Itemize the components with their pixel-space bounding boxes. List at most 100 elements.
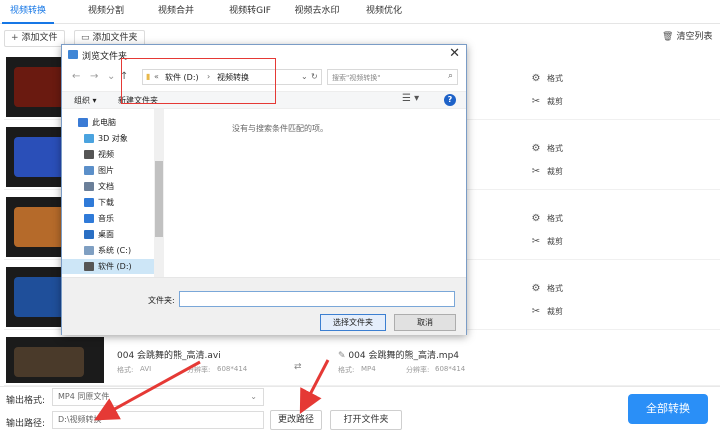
horizontal-scrollbar[interactable]: [62, 277, 466, 287]
tree-item-drive-d[interactable]: 软件 (D:): [62, 259, 154, 274]
tree-item-music[interactable]: 音乐: [62, 211, 154, 226]
tree-label: 此电脑: [92, 118, 116, 127]
folder-window-icon: [68, 50, 78, 59]
target-res-label: 分辨率:: [406, 366, 430, 374]
drive-icon: [84, 246, 94, 255]
folder-icon: ▭: [81, 33, 90, 43]
annotation-highlight-box: [121, 58, 276, 104]
folder-field[interactable]: [179, 291, 455, 307]
source-res-label: 分辨率:: [187, 366, 211, 374]
cut-label: 裁剪: [547, 237, 563, 246]
tree-item-this-pc[interactable]: 此电脑: [62, 115, 154, 130]
tab-video-split[interactable]: 视频分割: [80, 0, 132, 24]
source-format: AVI: [140, 365, 152, 373]
tree-label: 音乐: [98, 214, 114, 223]
tab-video-optimize[interactable]: 视频优化: [358, 0, 410, 24]
format-button[interactable]: ⚙ 格式: [530, 142, 590, 156]
desktop-icon: [84, 230, 94, 239]
gear-icon: ⚙: [531, 73, 541, 84]
format-button[interactable]: ⚙ 格式: [530, 212, 590, 226]
cut-label: 裁剪: [547, 167, 563, 176]
tab-video-to-gif[interactable]: 视频转GIF: [220, 0, 280, 24]
output-format-select[interactable]: MP4 同原文件 ⌄: [52, 388, 264, 406]
output-format-value: MP4 同原文件: [58, 392, 110, 401]
cancel-button[interactable]: 取消: [394, 314, 456, 331]
add-file-label: 添加文件: [21, 33, 58, 43]
tree-item-desktop[interactable]: 桌面: [62, 227, 154, 242]
output-path-label: 输出路径:: [6, 419, 46, 429]
cut-label: 裁剪: [547, 97, 563, 106]
gear-icon: ⚙: [531, 213, 541, 224]
scissors-icon: ✂: [531, 306, 541, 317]
format-label: 格式: [547, 284, 563, 293]
tree-item-pictures[interactable]: 图片: [62, 163, 154, 178]
target-format: MP4: [361, 365, 376, 373]
chevron-down-icon[interactable]: ⌄: [301, 72, 308, 81]
shuffle-icon: ⇄: [294, 362, 302, 372]
help-icon[interactable]: ?: [444, 94, 456, 106]
empty-message: 没有与搜索条件匹配的项。: [232, 124, 328, 133]
tab-video-merge[interactable]: 视频合并: [150, 0, 202, 24]
convert-all-button[interactable]: 全部转换: [628, 394, 708, 424]
tree-label: 文档: [98, 182, 114, 191]
source-file-name: 004 会跳舞的熊_高清.avi: [117, 351, 221, 361]
scissors-icon: ✂: [531, 96, 541, 107]
tree-item-videos[interactable]: 视频: [62, 147, 154, 162]
scrollbar-thumb[interactable]: [155, 161, 163, 237]
tree-scrollbar[interactable]: [154, 109, 164, 277]
tree-label: 视频: [98, 150, 114, 159]
select-folder-button[interactable]: 选择文件夹: [320, 314, 386, 331]
output-path-field[interactable]: D:\视频转换: [52, 411, 264, 429]
forward-arrow-icon[interactable]: →: [90, 71, 98, 82]
tree-item-documents[interactable]: 文档: [62, 179, 154, 194]
row-tools: ⚙ 格式 ✂ 裁剪: [530, 72, 590, 118]
open-folder-button[interactable]: 打开文件夹: [330, 410, 402, 430]
scissors-icon: ✂: [531, 236, 541, 247]
back-arrow-icon[interactable]: ←: [72, 71, 80, 82]
view-options-icon[interactable]: ☰ ▾: [402, 93, 419, 104]
scissors-icon: ✂: [531, 166, 541, 177]
tree-item-downloads[interactable]: 下载: [62, 195, 154, 210]
drive-icon: [84, 262, 94, 271]
add-file-button[interactable]: + 添加文件: [4, 30, 65, 47]
tree-item-3d-objects[interactable]: 3D 对象: [62, 131, 154, 146]
search-icon[interactable]: ⌕: [448, 71, 453, 81]
cut-button[interactable]: ✂ 裁剪: [530, 235, 590, 249]
tab-remove-watermark[interactable]: 视频去水印: [286, 0, 348, 24]
video-icon: [84, 150, 94, 159]
cut-button[interactable]: ✂ 裁剪: [530, 165, 590, 179]
picture-icon: [84, 166, 94, 175]
video-thumbnail: [6, 337, 104, 383]
search-input[interactable]: 搜索"视频转换" ⌕: [327, 69, 458, 85]
dialog-footer: 文件夹: 选择文件夹 取消: [62, 287, 466, 335]
format-button[interactable]: ⚙ 格式: [530, 72, 590, 86]
change-path-button[interactable]: 更改路径: [270, 410, 322, 430]
plus-icon: +: [11, 33, 19, 43]
refresh-icon[interactable]: ↻: [311, 72, 318, 81]
app-window: 视频转换 视频分割 视频合并 视频转GIF 视频去水印 视频优化 + 添加文件 ▭…: [0, 0, 720, 432]
chevron-down-icon[interactable]: ⌄: [107, 71, 115, 82]
tree-label: 下载: [98, 198, 114, 207]
chevron-down-icon: ⌄: [250, 392, 257, 401]
format-button[interactable]: ⚙ 格式: [530, 282, 590, 296]
row-tools: ⚙ 格式 ✂ 裁剪: [530, 282, 590, 328]
folder-field-label: 文件夹:: [148, 296, 175, 305]
pencil-icon[interactable]: ✎: [338, 351, 348, 361]
tab-video-convert[interactable]: 视频转换: [2, 0, 54, 24]
row-tools: ⚙ 格式 ✂ 裁剪: [530, 212, 590, 258]
search-placeholder: 搜索"视频转换": [332, 74, 381, 82]
tree-item-drive-c[interactable]: 系统 (C:): [62, 243, 154, 258]
list-item[interactable]: 004 会跳舞的熊_高清.avi 格式: AVI 分辨率: 608*414 ⇄ …: [4, 334, 720, 386]
cut-button[interactable]: ✂ 裁剪: [530, 95, 590, 109]
target-format-label: 格式:: [338, 366, 355, 374]
add-folder-label: 添加文件夹: [92, 33, 138, 43]
format-label: 格式: [547, 144, 563, 153]
document-icon: [84, 182, 94, 191]
tree-label: 3D 对象: [98, 134, 128, 143]
cut-button[interactable]: ✂ 裁剪: [530, 305, 590, 319]
gear-icon: ⚙: [531, 283, 541, 294]
close-icon[interactable]: ✕: [449, 46, 460, 61]
source-format-label: 格式:: [117, 366, 134, 374]
clear-list-button[interactable]: 🗑 清空列表: [656, 30, 719, 47]
organize-menu[interactable]: 组织 ▾: [74, 95, 97, 106]
